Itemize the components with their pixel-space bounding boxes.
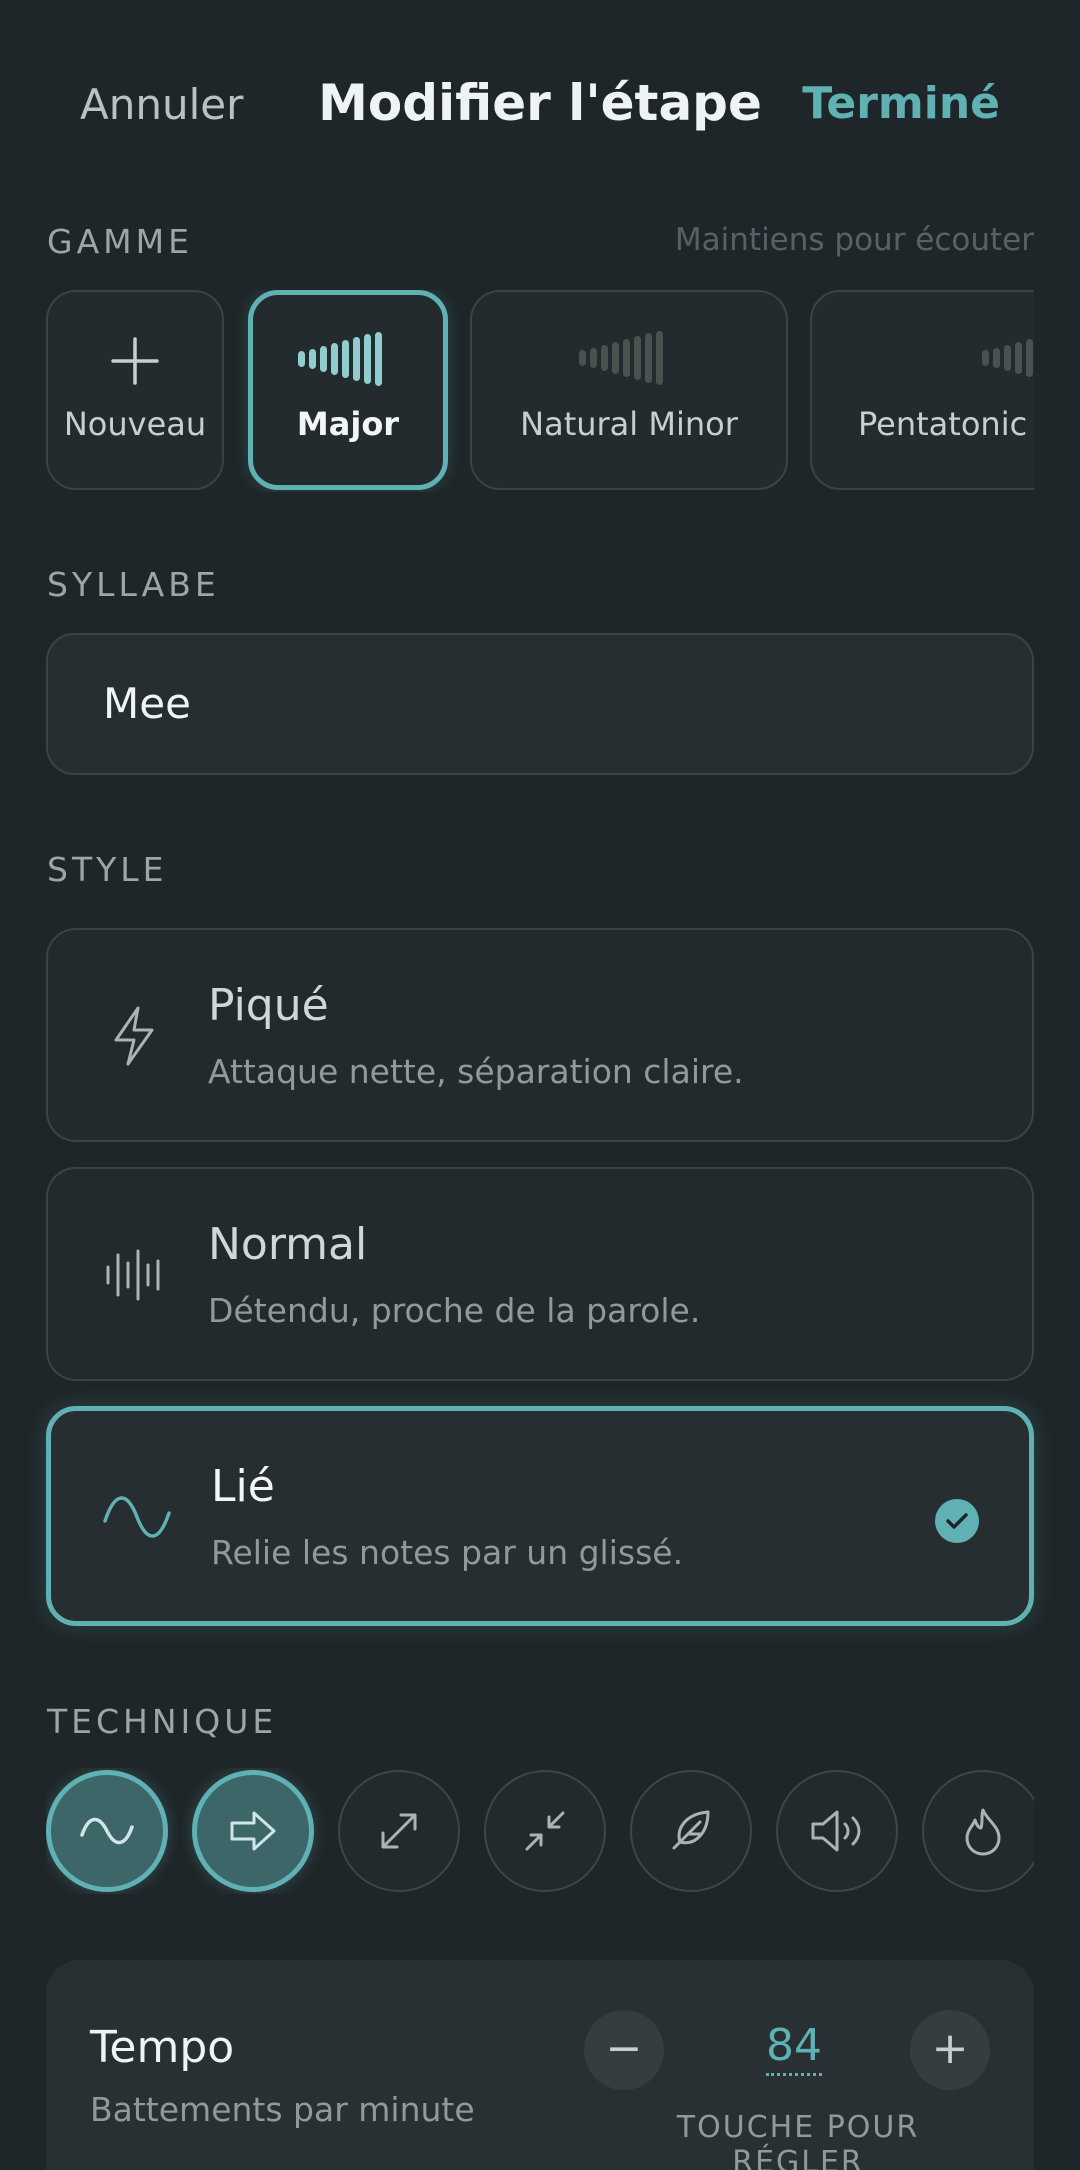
- scale-section-label: GAMME: [47, 222, 193, 261]
- scale-option-major[interactable]: Major: [248, 290, 448, 490]
- feather-icon: [672, 1810, 710, 1850]
- style-name: Normal: [208, 1219, 368, 1270]
- style-section-label: STYLE: [47, 850, 168, 889]
- style-description: Attaque nette, séparation claire.: [208, 1052, 744, 1091]
- syllable-input[interactable]: Mee: [46, 633, 1034, 775]
- expand-icon: [381, 1813, 417, 1849]
- style-name: Lié: [211, 1461, 275, 1512]
- scale-label: Natural Minor: [520, 405, 738, 443]
- scale-label: Major: [296, 405, 400, 443]
- tempo-decrement-button[interactable]: −: [584, 2010, 664, 2090]
- tempo-value[interactable]: 84: [734, 2020, 854, 2076]
- sine-wave-icon: [80, 1817, 134, 1845]
- technique-section-label: TECHNIQUE: [47, 1702, 278, 1741]
- style-description: Détendu, proche de la parole.: [208, 1291, 701, 1330]
- tempo-subtitle: Battements par minute: [90, 2090, 475, 2129]
- technique-expand-toggle[interactable]: [338, 1770, 460, 1892]
- scale-option-natural-minor[interactable]: Natural Minor: [470, 290, 788, 490]
- scale-label: Pentatonic: [858, 405, 1028, 443]
- tempo-hint: TOUCHE POUR RÉGLER: [676, 2110, 920, 2170]
- technique-push-toggle[interactable]: [192, 1770, 314, 1892]
- arrow-right-icon: [230, 1811, 276, 1851]
- syllable-section-label: SYLLABE: [47, 565, 220, 604]
- technique-volume-toggle[interactable]: [776, 1770, 898, 1892]
- speaker-icon: [811, 1810, 861, 1852]
- scale-label: Nouveau: [63, 405, 207, 443]
- style-option-pique[interactable]: Piqué Attaque nette, séparation claire.: [46, 928, 1034, 1142]
- tempo-value-text: 84: [766, 2020, 822, 2076]
- waveform-icon: [106, 1249, 160, 1301]
- scale-hint: Maintiens pour écouter: [674, 222, 1034, 258]
- technique-picker[interactable]: [46, 1768, 1034, 1894]
- scale-new-button[interactable]: Nouveau: [46, 290, 224, 490]
- technique-feather-toggle[interactable]: [630, 1770, 752, 1892]
- sine-wave-icon: [103, 1496, 171, 1538]
- tempo-card: Tempo Battements par minute − 84 + TOUCH…: [46, 1960, 1034, 2170]
- check-icon: [935, 1499, 979, 1543]
- technique-compress-toggle[interactable]: [484, 1770, 606, 1892]
- scale-bars-icon: [298, 332, 382, 386]
- plus-icon: [111, 337, 159, 385]
- style-description: Relie les notes par un glissé.: [211, 1533, 684, 1572]
- header: Annuler Modifier l'étape Terminé: [0, 70, 1080, 140]
- scale-picker[interactable]: Nouveau Major Natural Minor Pentatonic: [46, 290, 1034, 492]
- scale-option-pentatonic[interactable]: Pentatonic: [810, 290, 1034, 490]
- technique-intensity-toggle[interactable]: [922, 1770, 1034, 1892]
- lightning-icon: [114, 1006, 154, 1066]
- tempo-increment-button[interactable]: +: [910, 2010, 990, 2090]
- flame-icon: [965, 1808, 1001, 1856]
- style-option-lie[interactable]: Lié Relie les notes par un glissé.: [46, 1406, 1034, 1626]
- compress-icon: [525, 1811, 565, 1851]
- scale-bars-icon: [982, 339, 1033, 377]
- style-name: Piqué: [208, 980, 329, 1031]
- syllable-value: Mee: [103, 679, 191, 728]
- technique-legato-toggle[interactable]: [46, 1770, 168, 1892]
- scale-bars-icon: [579, 331, 663, 385]
- tempo-title: Tempo: [90, 2022, 235, 2073]
- done-button[interactable]: Terminé: [802, 78, 1000, 129]
- style-option-normal[interactable]: Normal Détendu, proche de la parole.: [46, 1167, 1034, 1381]
